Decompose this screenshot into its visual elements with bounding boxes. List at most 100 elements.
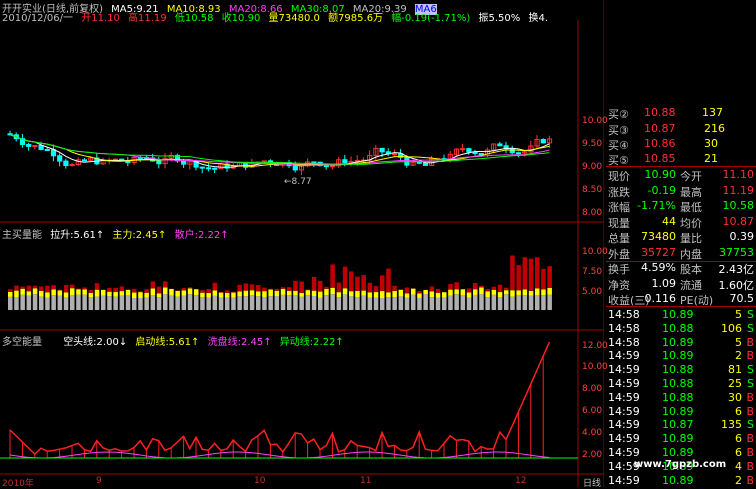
volume-bar-gray xyxy=(337,297,342,310)
volume-bar-red xyxy=(175,290,180,291)
bar-info-header: 2010/12/06/一 开11.10 高11.19 低10.58 收10.90… xyxy=(2,9,553,24)
volume-bar-red xyxy=(523,257,528,289)
quote-label: 今开 xyxy=(680,168,702,184)
bar-high: 高11.19 xyxy=(128,13,167,24)
quote-value: -0.19 xyxy=(648,184,676,197)
volume-bar-gray xyxy=(70,295,75,310)
period-label[interactable]: 日线 xyxy=(583,476,601,489)
tick-price: 10.89 xyxy=(662,432,694,445)
volume-bar-yellow xyxy=(430,291,435,297)
volume-bar-yellow xyxy=(58,290,63,295)
volume-bar-gray xyxy=(516,295,521,310)
volume-bar-gray xyxy=(368,298,373,310)
volume-bar-gray xyxy=(206,298,211,310)
tick-volume: 135 xyxy=(721,418,742,431)
volume-bar-red xyxy=(355,277,360,291)
tick-time: 14:59 xyxy=(608,432,640,445)
tick-time: 14:59 xyxy=(608,405,640,418)
panel2-tick: 7.50 xyxy=(582,267,602,277)
quote-label: 现量 xyxy=(608,215,630,231)
quote-value: 11.19 xyxy=(723,184,755,197)
panel2-value-1: 拉升:5.61↑ xyxy=(50,230,104,241)
quote-label: 最高 xyxy=(680,184,702,200)
tick-volume: 5 xyxy=(735,336,742,349)
price-tick: 10.00 xyxy=(582,116,608,126)
book-volume: 21 xyxy=(704,152,718,165)
volume-bar-gray xyxy=(175,297,180,310)
volume-bar-yellow xyxy=(355,291,360,297)
volume-bar-gray xyxy=(89,297,94,310)
volume-bar-yellow xyxy=(504,290,509,294)
volume-bar-red xyxy=(82,287,87,289)
tick-price: 10.88 xyxy=(662,391,694,404)
tick-direction: S xyxy=(747,308,754,321)
volume-bar-red xyxy=(467,288,472,292)
volume-bar-red xyxy=(492,287,497,290)
candle-body xyxy=(82,160,86,161)
candle-body xyxy=(417,162,421,163)
panel3-tick: 12.00 xyxy=(582,341,608,351)
volume-bar-gray xyxy=(256,296,261,310)
volume-bar-yellow xyxy=(461,289,466,295)
volume-bar-red xyxy=(120,286,125,291)
volume-bar-gray xyxy=(275,296,280,310)
tick-row: 14:5910.896B xyxy=(606,432,756,446)
x-tick: 12 xyxy=(515,476,526,486)
volume-bar-red xyxy=(380,275,385,291)
watermark: www.7gpzb.com xyxy=(634,459,726,470)
volume-bar-red xyxy=(337,283,342,293)
tick-price: 10.88 xyxy=(662,377,694,390)
volume-bar-gray xyxy=(262,297,267,310)
volume-bar-gray xyxy=(231,298,236,310)
kline-svg[interactable] xyxy=(0,0,604,487)
quote-value: 44 xyxy=(662,215,676,228)
volume-bar-yellow xyxy=(411,289,416,295)
volume-bar-yellow xyxy=(144,293,149,298)
book-volume: 216 xyxy=(704,122,725,135)
volume-bar-yellow xyxy=(64,292,69,297)
volume-bar-yellow xyxy=(523,290,528,296)
quote-label: 均价 xyxy=(680,215,702,231)
candle-body xyxy=(423,163,427,165)
volume-bar-yellow xyxy=(473,289,478,295)
tick-row: 14:5910.8830B xyxy=(606,391,756,405)
candle-body xyxy=(380,148,384,151)
candle-body xyxy=(200,167,204,168)
volume-bar-gray xyxy=(330,294,335,310)
volume-bar-yellow xyxy=(541,289,546,295)
volume-bar-yellow xyxy=(262,291,267,297)
volume-bar-yellow xyxy=(299,293,304,297)
volume-bar-red xyxy=(330,264,335,287)
panel2-tick: 10.00 xyxy=(582,247,608,257)
volume-bar-red xyxy=(219,292,224,293)
tick-row: 14:5910.892B xyxy=(606,474,756,488)
tick-price: 10.89 xyxy=(662,446,694,459)
volume-bar-yellow xyxy=(368,292,373,297)
volume-bar-gray xyxy=(219,298,224,310)
volume-bar-red xyxy=(200,290,205,293)
volume-bar-gray xyxy=(349,296,354,310)
volume-bar-yellow xyxy=(436,293,441,298)
candle-body xyxy=(392,154,396,155)
chart-area[interactable]: 开开实业(日线,前复权) MA5:9.21 MA10:8.93 MA20:8.6… xyxy=(0,0,604,487)
volume-bar-gray xyxy=(82,294,87,310)
volume-bar-gray xyxy=(250,295,255,310)
volume-bar-red xyxy=(231,292,236,293)
tick-direction: S xyxy=(747,377,754,390)
volume-bar-red xyxy=(107,288,112,292)
panel3-value-1: 空头线:2.00↓ xyxy=(63,337,127,348)
quote-label: 总量 xyxy=(608,230,630,246)
volume-bar-red xyxy=(324,287,329,289)
quote-label: 股本 xyxy=(680,261,702,277)
volume-bar-red xyxy=(386,269,391,293)
book-price: 10.88 xyxy=(644,106,676,119)
volume-bar-red xyxy=(473,283,478,289)
quote-value: 2.43亿 xyxy=(719,261,755,277)
bar-close: 收10.90 xyxy=(222,13,261,24)
volume-bar-yellow xyxy=(281,289,286,295)
volume-bar-yellow xyxy=(386,292,391,297)
volume-bar-yellow xyxy=(268,290,273,297)
tick-row: 14:5910.8881S xyxy=(606,363,756,377)
bar-turnover: 换4. xyxy=(528,13,548,24)
volume-bar-gray xyxy=(293,295,298,310)
